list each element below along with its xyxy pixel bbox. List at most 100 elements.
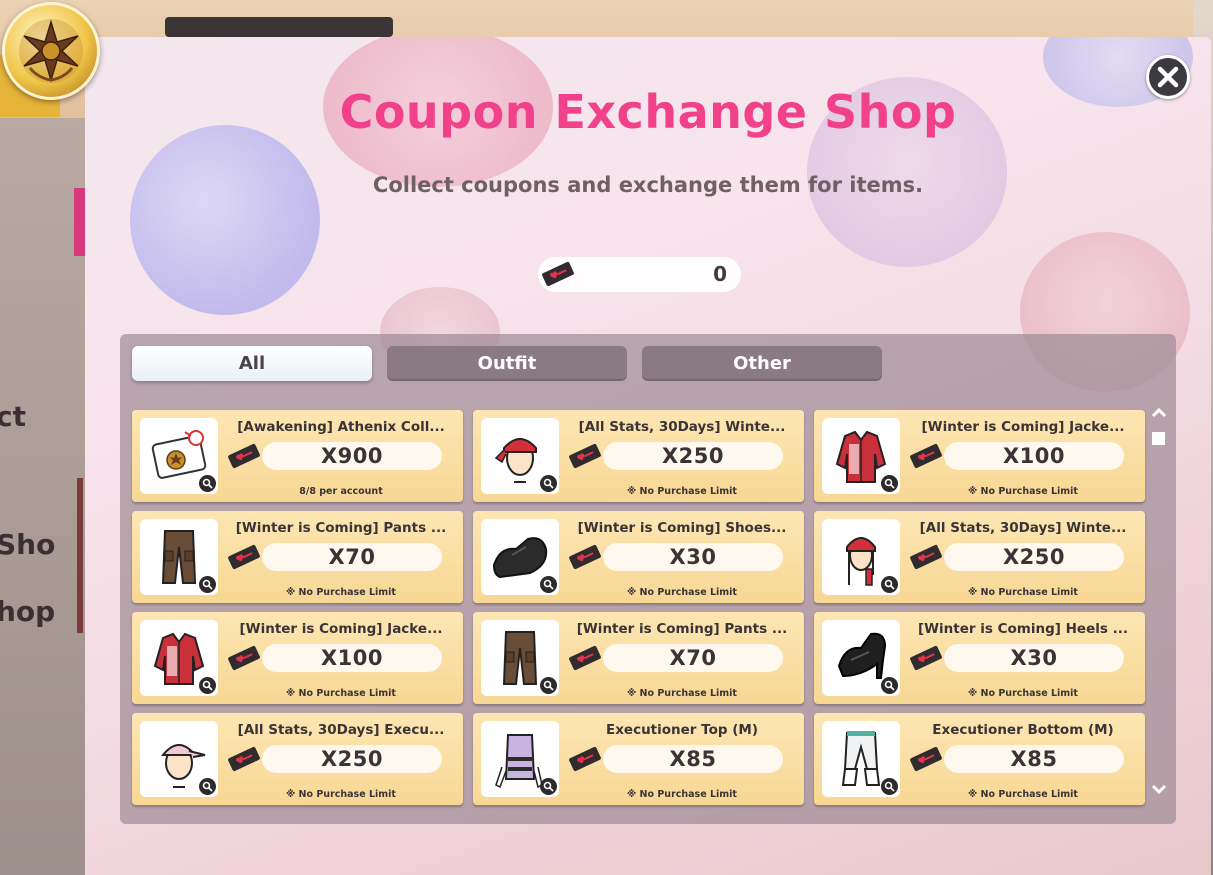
purchase-limit: ※ No Purchase Limit <box>968 688 1078 699</box>
background-red-strip <box>77 478 83 633</box>
item-price-value: X100 <box>320 646 384 670</box>
coupon-ticket-icon <box>569 645 601 671</box>
magnifier-icon[interactable] <box>540 778 557 795</box>
item-price-value: X85 <box>1010 747 1058 771</box>
magnifier-icon[interactable] <box>881 778 898 795</box>
tab-all[interactable]: All <box>132 346 372 381</box>
item-thumbnail[interactable] <box>140 620 218 696</box>
item-price: X100 <box>262 644 442 672</box>
shop-item-card[interactable]: [All Stats, 30Days] Execu... X250 ※ No Pur… <box>132 713 463 805</box>
magnifier-icon[interactable] <box>540 576 557 593</box>
purchase-limit: ※ No Purchase Limit <box>968 789 1078 800</box>
coupon-balance: 0 <box>538 257 741 292</box>
item-price-value: X100 <box>1002 444 1066 468</box>
magnifier-icon[interactable] <box>199 475 216 492</box>
item-price: X250 <box>603 442 783 470</box>
background-text-2: Sho <box>0 528 56 561</box>
item-name: [Winter is Coming] Pants ... <box>235 520 447 536</box>
item-thumbnail[interactable] <box>140 519 218 595</box>
item-name: [Winter is Coming] Heels ... <box>917 621 1128 637</box>
item-thumbnail[interactable] <box>481 519 559 595</box>
item-price-value: X70 <box>669 646 717 670</box>
close-button[interactable] <box>1146 55 1190 99</box>
purchase-limit: ※ No Purchase Limit <box>286 789 396 800</box>
shop-item-card[interactable]: Executioner Top (M) X85 ※ No Purchase Limi… <box>473 713 804 805</box>
coupon-ticket-icon <box>569 443 601 469</box>
purchase-limit: ※ No Purchase Limit <box>286 688 396 699</box>
magnifier-icon[interactable] <box>199 778 216 795</box>
item-price: X70 <box>262 543 442 571</box>
purchase-limit: ※ No Purchase Limit <box>627 789 737 800</box>
decorative-balloon <box>130 125 320 315</box>
shop-item-card[interactable]: [Winter is Coming] Pants ... X70 ※ No Purc… <box>473 612 804 704</box>
shop-item-card[interactable]: [Winter is Coming] Jacke... X100 ※ No Purc… <box>132 612 463 704</box>
item-price-value: X250 <box>661 444 725 468</box>
purchase-limit: ※ No Purchase Limit <box>286 587 396 598</box>
shop-item-card[interactable]: Executioner Bottom (M) X85 ※ No Purchase L… <box>814 713 1145 805</box>
item-name: Executioner Top (M) <box>605 722 758 738</box>
shop-item-card[interactable]: [Awakening] Athenix Coll... X900 8/8 per a… <box>132 410 463 502</box>
close-icon <box>1157 66 1179 88</box>
coupon-shop-modal: Coupon Exchange Shop Collect coupons and… <box>85 37 1211 875</box>
magnifier-icon[interactable] <box>199 677 216 694</box>
scroll-thumb[interactable] <box>1152 432 1165 445</box>
scroll-down-icon[interactable] <box>1151 782 1167 796</box>
page-title: Coupon Exchange Shop <box>339 85 957 139</box>
item-thumbnail[interactable] <box>481 721 559 797</box>
background-text-1: ct <box>0 400 26 433</box>
shop-item-card[interactable]: [Winter is Coming] Shoes... X30 ※ No Purch… <box>473 511 804 603</box>
item-price-value: X900 <box>320 444 384 468</box>
item-price-value: X85 <box>669 747 717 771</box>
coupon-ticket-icon <box>228 746 260 772</box>
item-price: X900 <box>262 442 442 470</box>
magnifier-icon[interactable] <box>540 475 557 492</box>
item-price-value: X30 <box>1010 646 1058 670</box>
item-thumbnail[interactable] <box>481 418 559 494</box>
item-thumbnail[interactable] <box>822 721 900 797</box>
magnifier-icon[interactable] <box>199 576 216 593</box>
item-thumbnail[interactable] <box>140 418 218 494</box>
rank-medal-icon[interactable] <box>2 2 100 100</box>
shop-item-card[interactable]: [All Stats, 30Days] Winte... X250 ※ No Pur… <box>473 410 804 502</box>
tab-outfit[interactable]: Outfit <box>387 346 627 381</box>
magnifier-icon[interactable] <box>540 677 557 694</box>
item-thumbnail[interactable] <box>822 519 900 595</box>
tab-other[interactable]: Other <box>642 346 882 381</box>
item-name: [All Stats, 30Days] Winte... <box>919 520 1127 536</box>
item-price: X30 <box>603 543 783 571</box>
shop-item-card[interactable]: [Winter is Coming] Heels ... X30 ※ No Purc… <box>814 612 1145 704</box>
coupon-ticket-icon <box>910 544 942 570</box>
magnifier-icon[interactable] <box>881 677 898 694</box>
purchase-limit: 8/8 per account <box>299 486 383 497</box>
scroll-up-icon[interactable] <box>1151 406 1167 420</box>
coupon-ticket-icon <box>228 645 260 671</box>
magnifier-icon[interactable] <box>881 576 898 593</box>
item-name: [Winter is Coming] Jacke... <box>239 621 443 637</box>
shop-item-panel: All Outfit Other [Awakening] Athenix Col… <box>120 334 1176 824</box>
item-price: X250 <box>944 543 1124 571</box>
background-dark-bar <box>165 17 393 37</box>
coupon-ticket-icon <box>910 645 942 671</box>
purchase-limit: ※ No Purchase Limit <box>968 587 1078 598</box>
magnifier-icon[interactable] <box>881 475 898 492</box>
item-thumbnail[interactable] <box>481 620 559 696</box>
item-thumbnail[interactable] <box>822 418 900 494</box>
coupon-ticket-icon <box>910 443 942 469</box>
shop-item-card[interactable]: [Winter is Coming] Jacke... X100 ※ No Purc… <box>814 410 1145 502</box>
item-price-value: X250 <box>320 747 384 771</box>
item-thumbnail[interactable] <box>140 721 218 797</box>
shop-item-card[interactable]: [All Stats, 30Days] Winte... X250 ※ No Pur… <box>814 511 1145 603</box>
purchase-limit: ※ No Purchase Limit <box>627 688 737 699</box>
item-price: X250 <box>262 745 442 773</box>
item-thumbnail[interactable] <box>822 620 900 696</box>
item-price-value: X70 <box>328 545 376 569</box>
item-price: X30 <box>944 644 1124 672</box>
purchase-limit: ※ No Purchase Limit <box>627 486 737 497</box>
purchase-limit: ※ No Purchase Limit <box>627 587 737 598</box>
item-price-value: X30 <box>669 545 717 569</box>
item-name: Executioner Bottom (M) <box>932 722 1114 738</box>
item-list-scrollbar[interactable] <box>1147 406 1171 806</box>
coupon-ticket-icon <box>910 746 942 772</box>
item-price: X100 <box>944 442 1124 470</box>
shop-item-card[interactable]: [Winter is Coming] Pants ... X70 ※ No Purc… <box>132 511 463 603</box>
